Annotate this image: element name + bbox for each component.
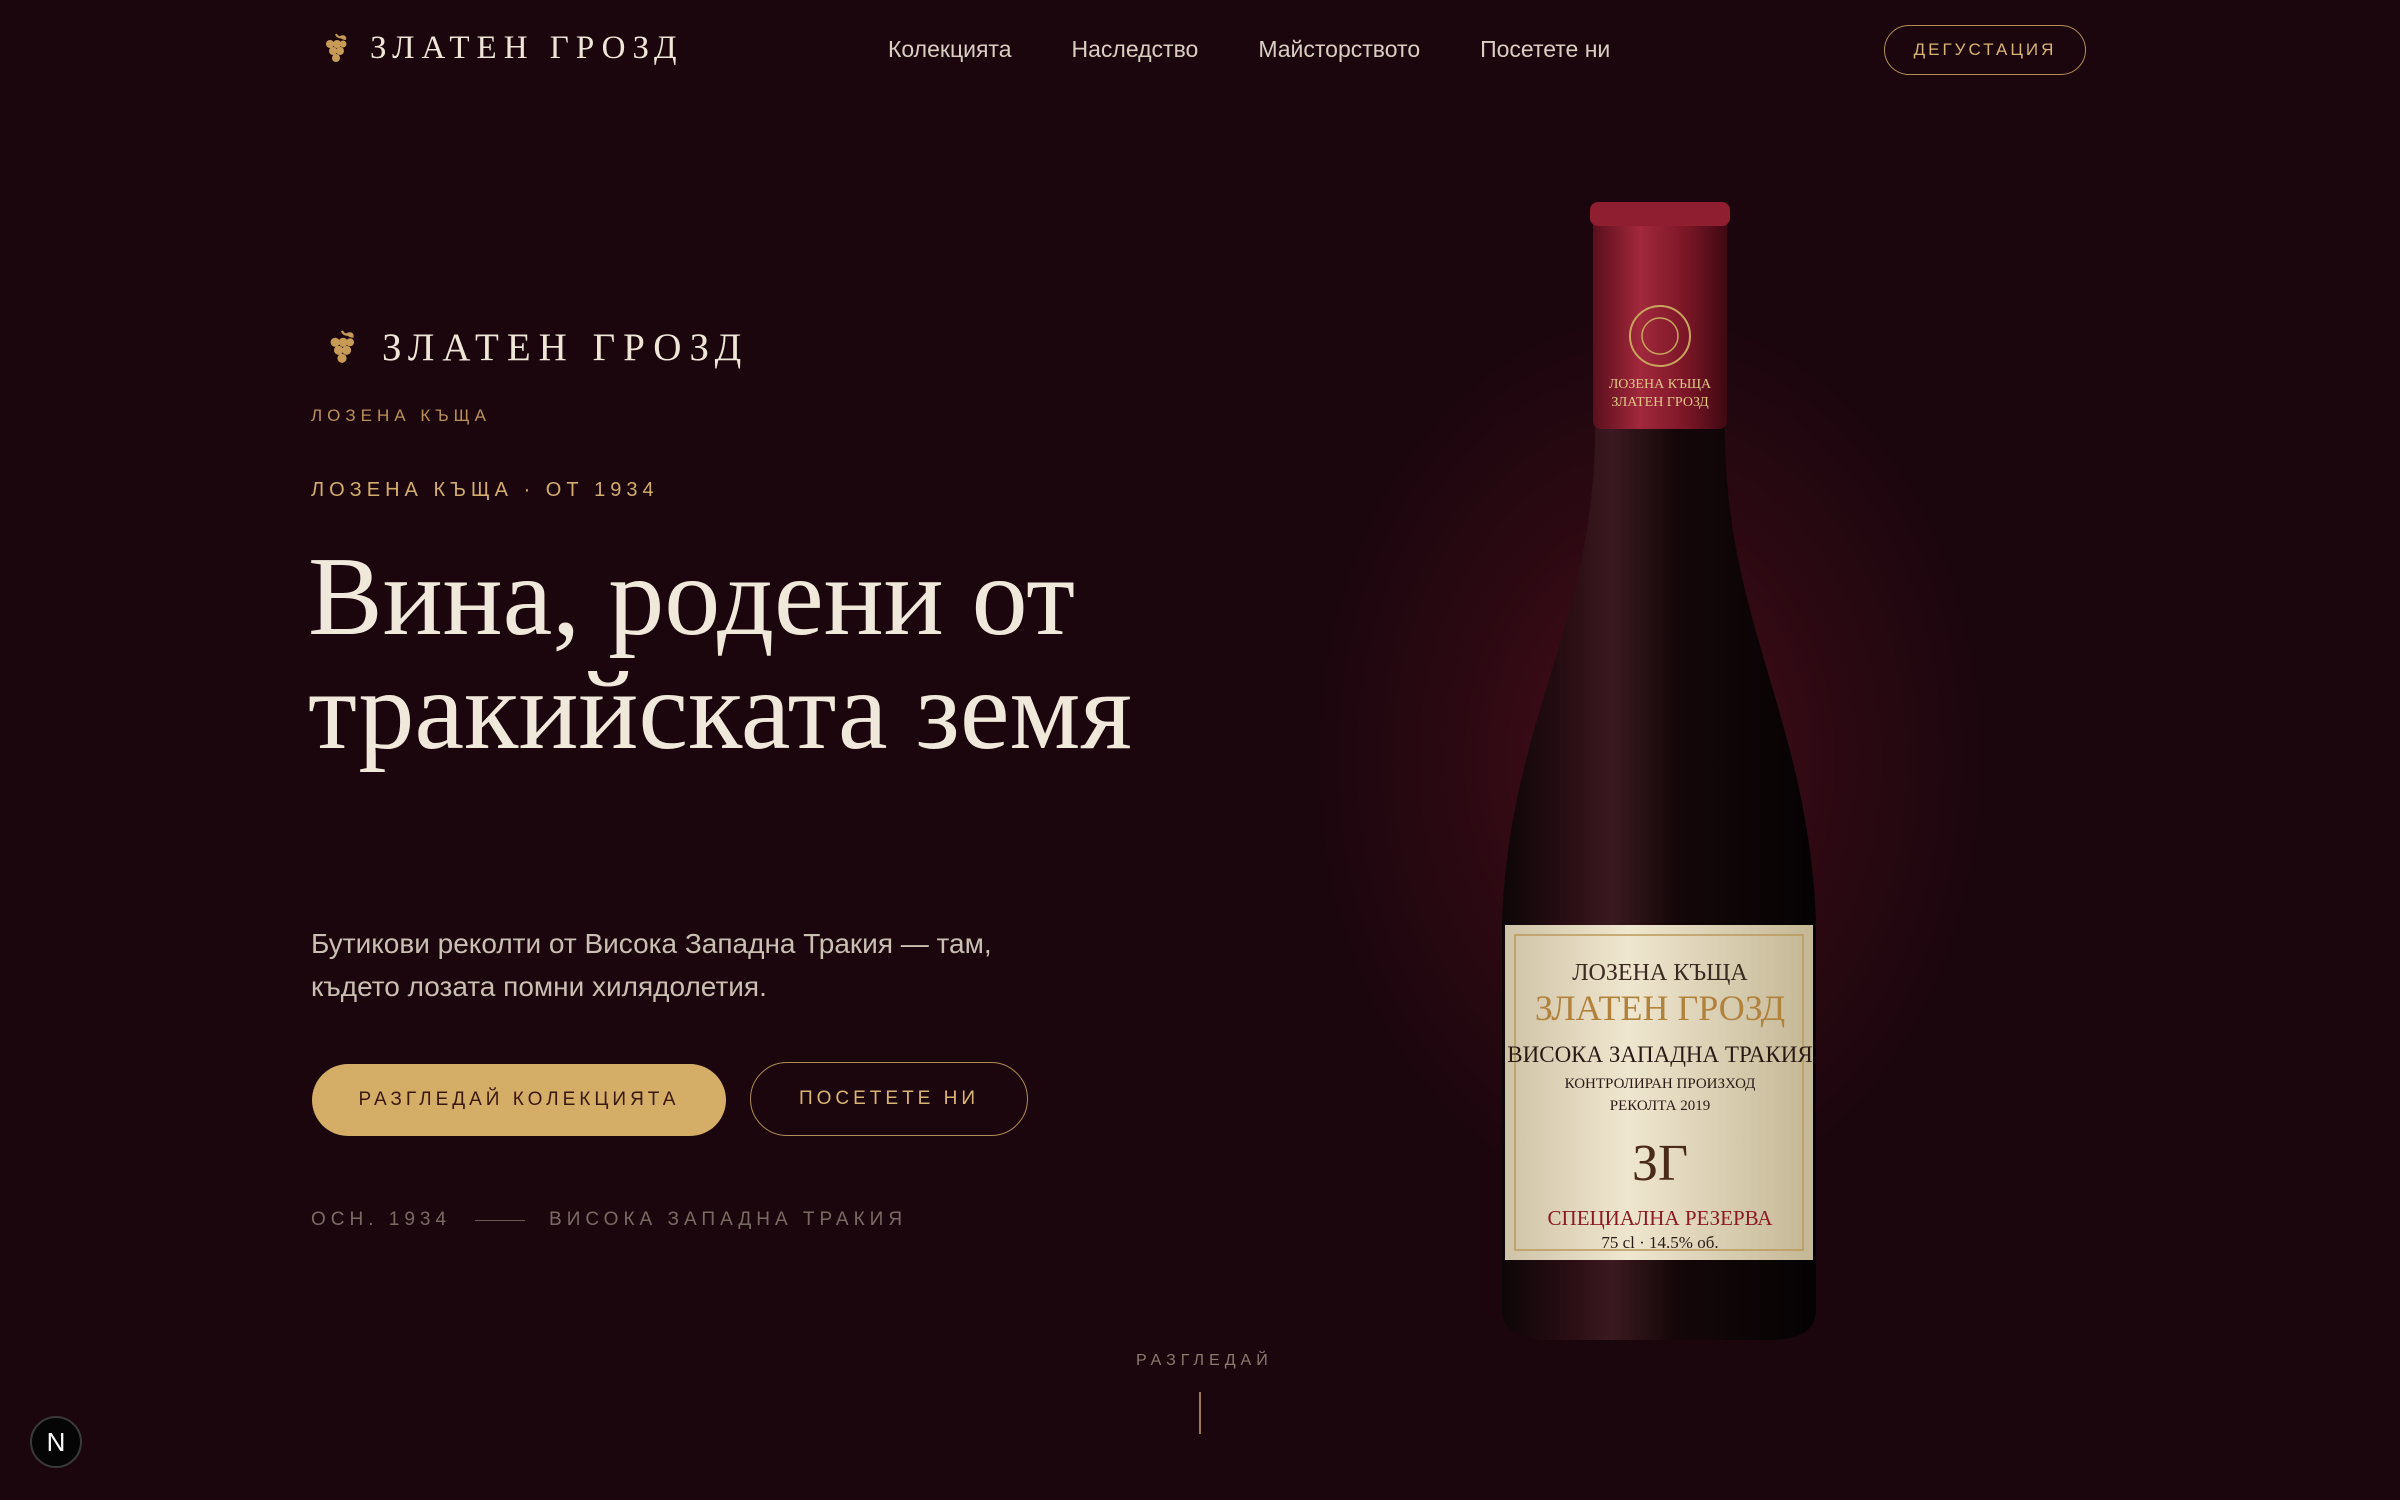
explore-collection-button[interactable]: РАЗГЛЕДАЙ КОЛЕКЦИЯТА — [312, 1064, 726, 1136]
nav-logo[interactable]: ЗЛАТЕН ГРОЗД — [322, 30, 684, 67]
founded-text: ОСН. 1934 — [311, 1209, 452, 1230]
visit-us-button[interactable]: ПОСЕТЕТЕ НИ — [750, 1062, 1028, 1136]
logo-wordmark: ЗЛАТЕН ГРОЗД — [370, 30, 684, 66]
hero-brand: ЗЛАТЕН ГРОЗД — [326, 325, 749, 370]
nav-link-collection[interactable]: Колекцията — [888, 36, 1012, 63]
tasting-button[interactable]: ДЕГУСТАЦИЯ — [1884, 25, 2086, 75]
label-region: ВИСОКА ЗАПАДНА ТРАКИЯ — [1507, 1042, 1812, 1067]
scroll-hint-label[interactable]: РАЗГЛЕДАЙ — [1136, 1352, 1268, 1370]
meta-divider — [475, 1219, 526, 1221]
scroll-indicator-line — [1199, 1392, 1201, 1434]
wine-bottle-image: ЛОЗЕНА КЪЩА ЗЛАТЕН ГРОЗД ЛОЗЕНА КЪЩА ЗЛА… — [1490, 200, 1830, 1355]
label-volume: 75 cl · 14.5% об. — [1601, 1233, 1718, 1252]
hero-eyebrow: ЛОЗЕНА КЪЩА · ОТ 1934 — [311, 479, 659, 501]
capsule-text-1: ЛОЗЕНА КЪЩА — [1609, 377, 1712, 392]
nextjs-badge[interactable]: N — [30, 1416, 82, 1468]
label-reserve: СПЕЦИАЛНА РЕЗЕРВА — [1548, 1206, 1774, 1230]
grape-icon — [322, 32, 350, 66]
label-vintage: РЕКОЛТА 2019 — [1610, 1098, 1710, 1114]
grape-icon — [326, 328, 358, 368]
label-house: ЛОЗЕНА КЪЩА — [1572, 960, 1748, 986]
nav-link-heritage[interactable]: Наследство — [1072, 36, 1199, 63]
hero-description: Бутикови реколти от Висока Западна Траки… — [311, 928, 992, 1002]
main-menu: Колекцията Наследство Майсторството Посе… — [888, 36, 1610, 63]
label-monogram: ЗГ — [1632, 1135, 1688, 1192]
region-text: ВИСОКА ЗАПАДНА ТРАКИЯ — [549, 1209, 908, 1230]
nav-link-visit[interactable]: Посетете ни — [1480, 36, 1610, 63]
top-navigation: ЗЛАТЕН ГРОЗД Колекцията Наследство Майст… — [0, 0, 2400, 104]
hero-meta: ОСН. 1934 ВИСОКА ЗАПАДНА ТРАКИЯ — [311, 1209, 907, 1231]
label-designation: КОНТРОЛИРАН ПРОИЗХОД — [1565, 1076, 1756, 1092]
hero-headline: Вина, родени от тракийската земя — [308, 535, 1132, 773]
hero-brand-wordmark: ЗЛАТЕН ГРОЗД — [382, 326, 750, 369]
hero-brand-subtitle: ЛОЗЕНА КЪЩА — [311, 406, 491, 425]
nav-link-craft[interactable]: Майсторството — [1258, 36, 1420, 63]
capsule-text-2: ЗЛАТЕН ГРОЗД — [1611, 395, 1709, 410]
label-brand: ЗЛАТЕН ГРОЗД — [1535, 988, 1785, 1028]
